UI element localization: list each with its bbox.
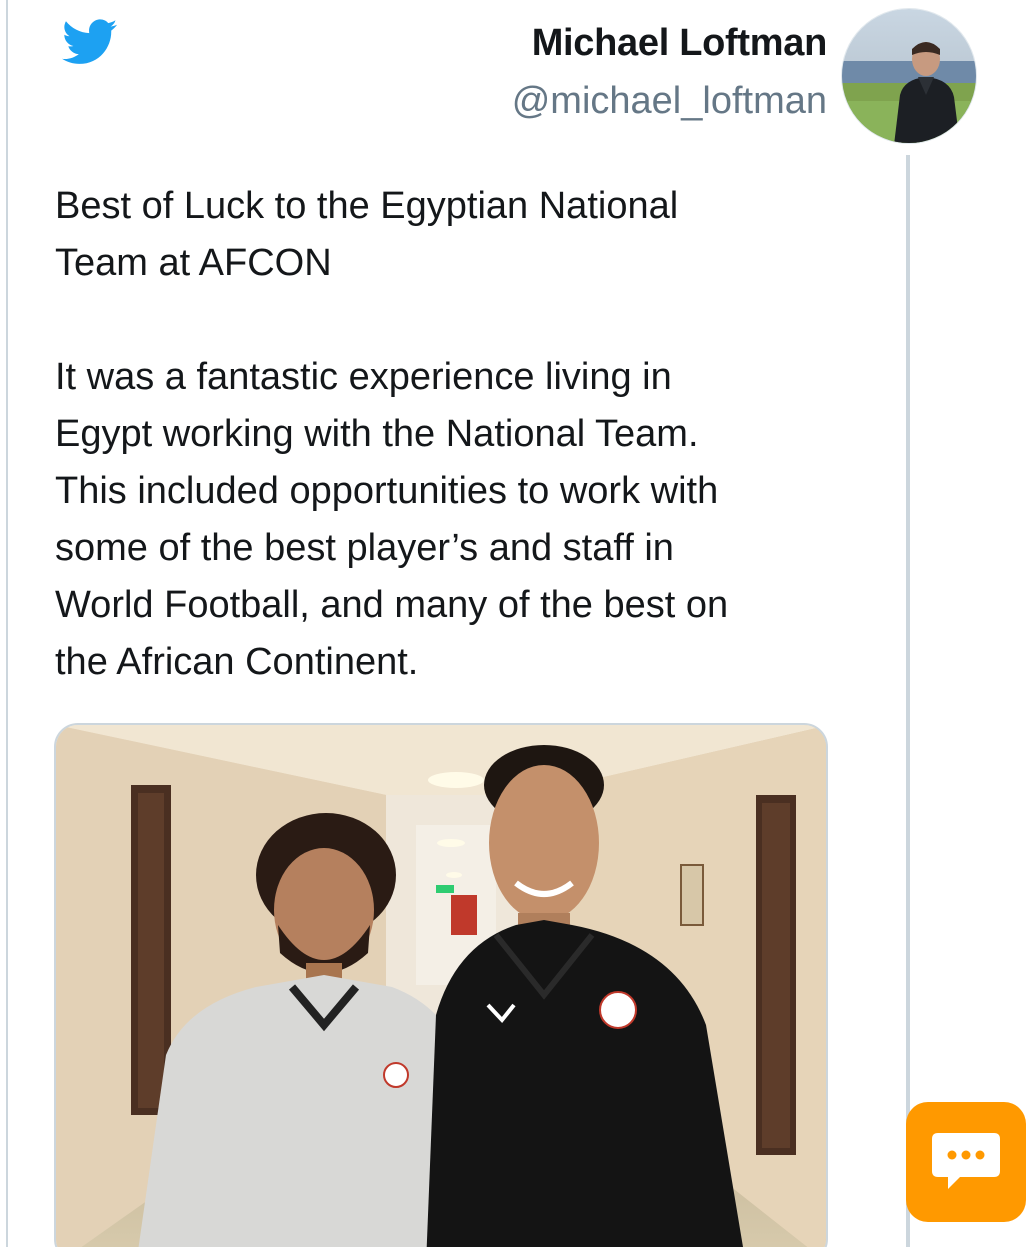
avatar-image <box>842 9 976 143</box>
photo-image <box>56 725 826 1247</box>
tweet-photo[interactable] <box>54 723 828 1247</box>
chat-button[interactable] <box>906 1102 1026 1222</box>
tweet-paragraph: It was a fantastic experience living in … <box>55 356 729 683</box>
twitter-bird-icon[interactable] <box>56 14 124 70</box>
avatar[interactable] <box>841 8 977 144</box>
author-handle[interactable]: @michael_loftman <box>512 80 827 123</box>
author-name[interactable]: Michael Loftman <box>532 22 828 65</box>
card-left-border <box>6 0 8 1247</box>
tweet-paragraph: Best of Luck to the Egyptian National Te… <box>55 185 679 284</box>
card-right-border <box>906 155 910 1247</box>
chat-bubble-icon <box>932 1133 1000 1189</box>
tweet-text: Best of Luck to the Egyptian National Te… <box>55 178 875 691</box>
